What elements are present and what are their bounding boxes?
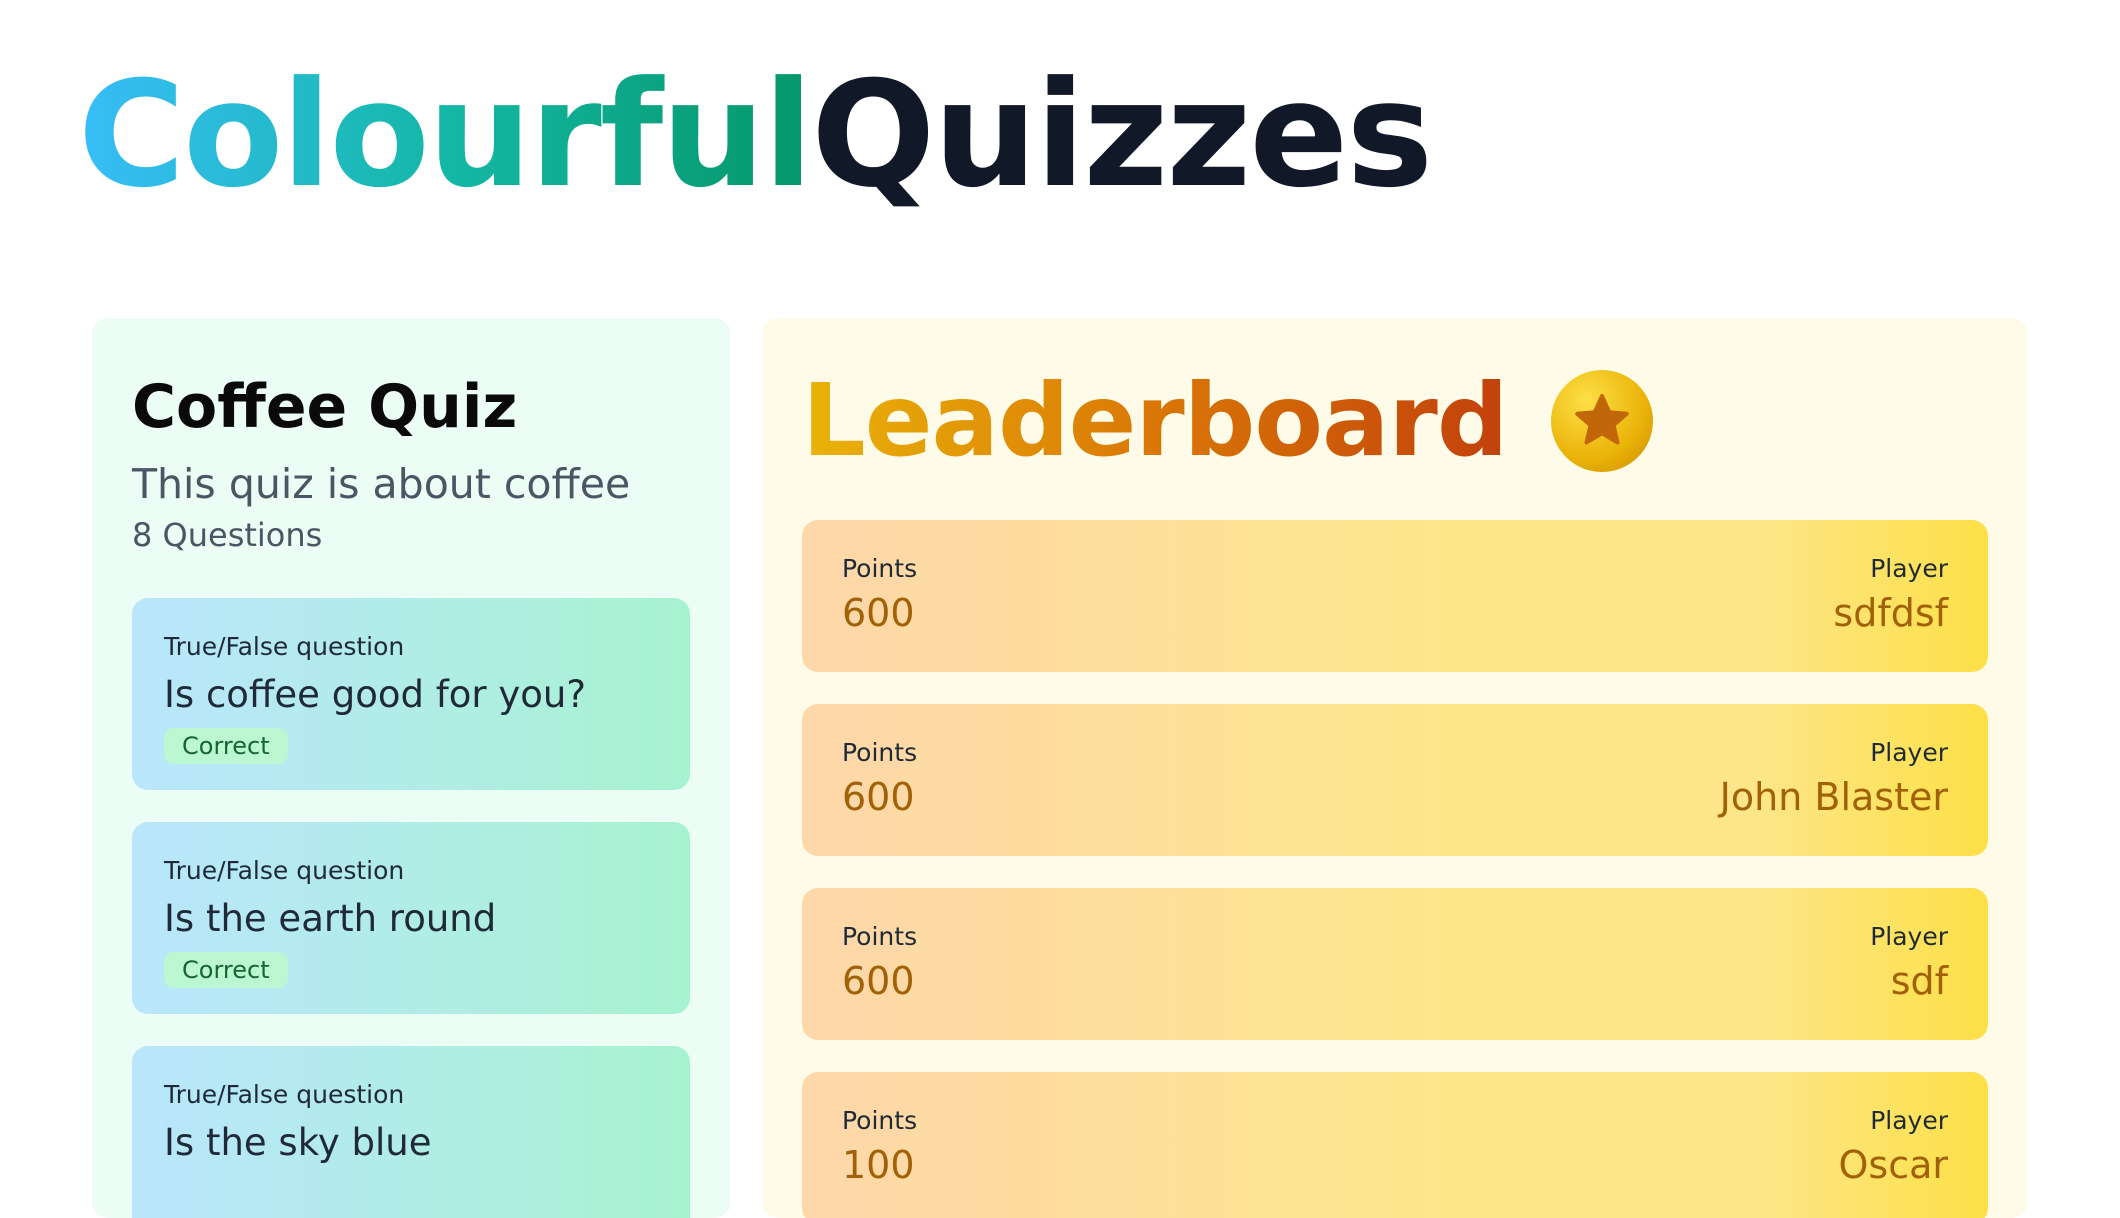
player-label: Player xyxy=(1870,554,1948,583)
leaderboard-panel: Leaderboard Points 600 Player sdfdsf Poi… xyxy=(762,318,2028,1218)
question-list: True/False question Is coffee good for y… xyxy=(132,598,690,1218)
leaderboard-row[interactable]: Points 600 Player sdf xyxy=(802,888,1988,1040)
question-count: 8 Questions xyxy=(132,516,323,554)
question-text: Is coffee good for you? xyxy=(164,673,586,716)
quiz-title: Coffee Quiz xyxy=(132,372,518,442)
leaderboard-list: Points 600 Player sdfdsf Points 600 Play… xyxy=(802,520,1988,1218)
player-label: Player xyxy=(1870,922,1948,951)
player-name: John Blaster xyxy=(1719,775,1948,819)
leaderboard-title: Leaderboard xyxy=(802,362,1508,479)
player-label: Player xyxy=(1870,1106,1948,1135)
points-label: Points xyxy=(842,738,918,767)
points-value: 100 xyxy=(842,1143,915,1187)
brand-logo[interactable]: ColourfulQuizzes xyxy=(78,62,1433,208)
question-type: True/False question xyxy=(164,1080,405,1109)
brand-quizzes: Quizzes xyxy=(811,50,1433,220)
quiz-panel: Coffee Quiz This quiz is about coffee 8 … xyxy=(92,318,730,1218)
leaderboard-row[interactable]: Points 600 Player John Blaster xyxy=(802,704,1988,856)
star-icon xyxy=(1551,370,1654,472)
points-label: Points xyxy=(842,1106,918,1135)
correct-badge: Correct xyxy=(164,952,288,988)
question-type: True/False question xyxy=(164,856,405,885)
player-label: Player xyxy=(1870,738,1948,767)
points-value: 600 xyxy=(842,591,915,635)
leaderboard-header: Leaderboard xyxy=(802,366,1988,476)
question-card[interactable]: True/False question Is the earth round C… xyxy=(132,822,690,1014)
brand-colourful: Colourful xyxy=(78,50,813,220)
points-label: Points xyxy=(842,554,918,583)
question-type: True/False question xyxy=(164,632,405,661)
question-text: Is the sky blue xyxy=(164,1121,432,1164)
question-card[interactable]: True/False question Is the sky blue xyxy=(132,1046,690,1218)
points-value: 600 xyxy=(842,775,915,819)
leaderboard-row[interactable]: Points 100 Player Oscar xyxy=(802,1072,1988,1218)
player-name: Oscar xyxy=(1838,1143,1948,1187)
leaderboard-row[interactable]: Points 600 Player sdfdsf xyxy=(802,520,1988,672)
question-text: Is the earth round xyxy=(164,897,497,940)
question-card[interactable]: True/False question Is coffee good for y… xyxy=(132,598,690,790)
quiz-description: This quiz is about coffee xyxy=(132,460,631,508)
correct-badge: Correct xyxy=(164,728,288,764)
player-name: sdfdsf xyxy=(1833,591,1948,635)
player-name: sdf xyxy=(1890,959,1948,1003)
points-value: 600 xyxy=(842,959,915,1003)
points-label: Points xyxy=(842,922,918,951)
